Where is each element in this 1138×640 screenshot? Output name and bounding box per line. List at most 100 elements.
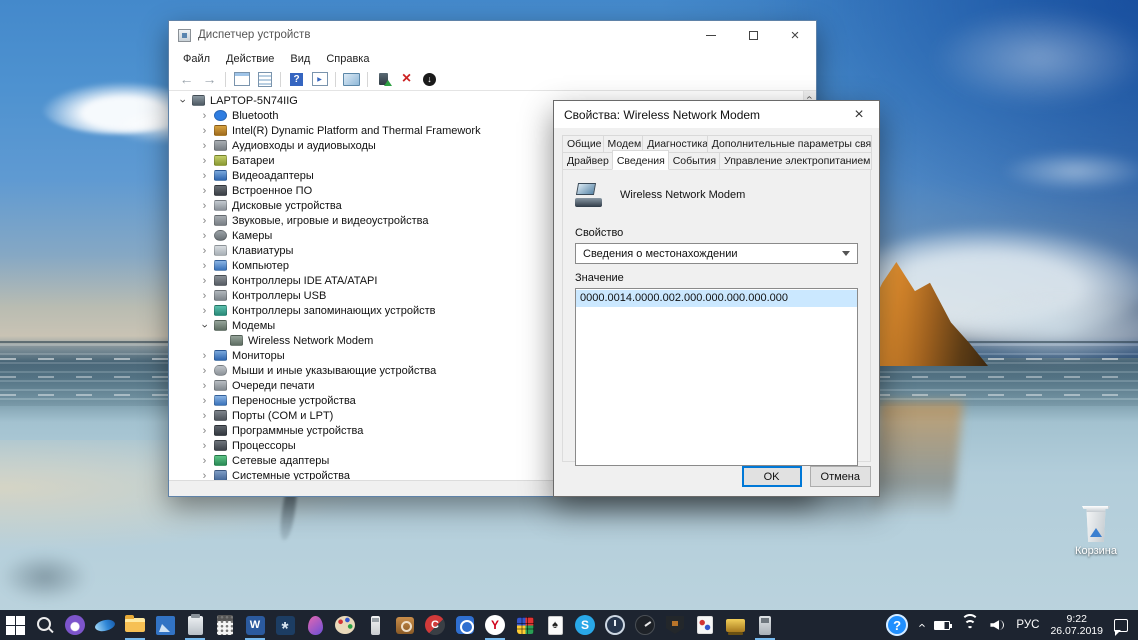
chevron-down-icon[interactable]: › xyxy=(199,320,211,331)
chevron-right-icon[interactable]: › xyxy=(199,230,210,242)
tab-Дополнительные параметры связи[interactable]: Дополнительные параметры связи xyxy=(707,135,872,153)
solitaire-icon[interactable]: ♠ xyxy=(540,610,570,640)
chevron-right-icon[interactable]: › xyxy=(199,410,210,422)
title-bar[interactable]: Диспетчер устройств × xyxy=(169,21,816,49)
search-button[interactable] xyxy=(30,610,60,640)
menu-Справка[interactable]: Справка xyxy=(318,51,377,67)
chevron-right-icon[interactable]: › xyxy=(199,305,210,317)
dialog-title-bar[interactable]: Свойства: Wireless Network Modem × xyxy=(554,101,879,128)
tree-item-label: Камеры xyxy=(232,230,278,242)
clock-app-icon[interactable] xyxy=(600,610,630,640)
battery-icon[interactable] xyxy=(934,621,950,630)
tank-game-icon[interactable] xyxy=(660,610,690,640)
chevron-right-icon[interactable]: › xyxy=(199,245,210,257)
disable-icon[interactable] xyxy=(420,71,439,88)
timer-icon[interactable] xyxy=(450,610,480,640)
card-game-icon[interactable] xyxy=(690,610,720,640)
chevron-right-icon[interactable]: › xyxy=(199,185,210,197)
paint3d-icon[interactable] xyxy=(300,610,330,640)
recycle-bin-icon xyxy=(1082,506,1110,542)
safe-icon[interactable] xyxy=(390,610,420,640)
word-icon[interactable]: W xyxy=(240,610,270,640)
device-manager-app-icon xyxy=(178,29,191,42)
language-indicator[interactable]: РУС xyxy=(1016,619,1039,631)
chevron-right-icon[interactable]: › xyxy=(199,215,210,227)
tab-События[interactable]: События xyxy=(668,152,720,170)
value-listbox[interactable]: 0000.0014.0000.002.000.000.000.000.000 xyxy=(575,288,858,466)
ccleaner-icon[interactable]: C xyxy=(420,610,450,640)
value-item-selected[interactable]: 0000.0014.0000.002.000.000.000.000.000 xyxy=(576,290,857,307)
timer-icon-glyph xyxy=(456,616,474,634)
scan-hardware-icon[interactable] xyxy=(342,71,361,88)
chevron-right-icon[interactable]: › xyxy=(199,170,210,182)
file-explorer-icon[interactable] xyxy=(120,610,150,640)
chevron-right-icon[interactable]: › xyxy=(199,155,210,167)
chevron-right-icon[interactable]: › xyxy=(199,290,210,302)
hidden-icons-chevron-icon[interactable]: › xyxy=(914,623,929,627)
photos-icon[interactable] xyxy=(150,610,180,640)
browser-swoosh-icon[interactable] xyxy=(90,610,120,640)
console-icon[interactable] xyxy=(232,71,251,88)
chevron-right-icon[interactable]: › xyxy=(199,425,210,437)
chevron-right-icon[interactable]: › xyxy=(199,110,210,122)
back-icon[interactable] xyxy=(177,71,196,88)
tab-Управление электропитанием[interactable]: Управление электропитанием xyxy=(719,152,872,170)
skype-icon[interactable]: S xyxy=(570,610,600,640)
volume-icon[interactable] xyxy=(990,619,1005,631)
chevron-down-icon[interactable]: › xyxy=(177,95,189,106)
settings-app-icon[interactable] xyxy=(270,610,300,640)
chevron-right-icon[interactable]: › xyxy=(199,365,210,377)
action-center-icon[interactable] xyxy=(1114,619,1128,632)
rubiks-cube-icon[interactable] xyxy=(510,610,540,640)
close-button[interactable]: × xyxy=(774,21,816,49)
usb-flash-icon[interactable] xyxy=(360,610,390,640)
gold-game-icon[interactable] xyxy=(720,610,750,640)
chevron-right-icon[interactable]: › xyxy=(199,350,210,362)
update-driver-icon[interactable] xyxy=(374,71,393,88)
tab-Общие[interactable]: Общие xyxy=(562,135,604,153)
menu-Вид[interactable]: Вид xyxy=(282,51,318,67)
chevron-right-icon[interactable]: › xyxy=(199,140,210,152)
start-button[interactable] xyxy=(0,610,30,640)
dialog-close-icon[interactable]: × xyxy=(839,101,879,128)
maximize-button[interactable] xyxy=(732,21,774,49)
wifi-icon[interactable] xyxy=(961,619,979,632)
palette-icon[interactable] xyxy=(330,610,360,640)
uninstall-icon[interactable] xyxy=(397,71,416,88)
calculator-icon[interactable] xyxy=(210,610,240,640)
chevron-right-icon[interactable]: › xyxy=(199,380,210,392)
recycle-bin[interactable]: Корзина xyxy=(1062,506,1130,557)
cortana-icon[interactable] xyxy=(60,610,90,640)
chevron-right-icon[interactable]: › xyxy=(199,395,210,407)
chevron-right-icon[interactable]: › xyxy=(199,455,210,467)
tree-item-label: Дисковые устройства xyxy=(232,200,348,212)
chevron-right-icon[interactable]: › xyxy=(199,470,210,481)
usb-device-icon[interactable] xyxy=(750,610,780,640)
printer-icon xyxy=(214,380,227,391)
property-select[interactable]: Сведения о местонахождении xyxy=(575,243,858,264)
tree-item-label: Компьютер xyxy=(232,260,295,272)
tab-Сведения[interactable]: Сведения xyxy=(612,150,669,170)
chevron-right-icon[interactable]: › xyxy=(199,260,210,272)
chevron-right-icon[interactable]: › xyxy=(199,200,210,212)
chevron-right-icon[interactable]: › xyxy=(199,125,210,137)
chevron-right-icon[interactable]: › xyxy=(199,440,210,452)
forward-icon[interactable] xyxy=(200,71,219,88)
clock[interactable]: 9:22 26.07.2019 xyxy=(1050,613,1103,637)
scroll-up-icon[interactable]: › xyxy=(803,96,816,100)
disk-icon xyxy=(214,200,227,211)
chevron-right-icon[interactable]: › xyxy=(199,275,210,287)
speed-gauge-icon[interactable] xyxy=(630,610,660,640)
ok-button[interactable]: OK xyxy=(742,466,802,487)
minimize-button[interactable] xyxy=(690,21,732,49)
notes-icon[interactable] xyxy=(180,610,210,640)
action-pane-icon[interactable] xyxy=(310,71,329,88)
menu-Действие[interactable]: Действие xyxy=(218,51,282,67)
help-icon[interactable] xyxy=(287,71,306,88)
cancel-button[interactable]: Отмена xyxy=(810,466,871,487)
properties-icon[interactable] xyxy=(255,71,274,88)
menu-Файл[interactable]: Файл xyxy=(175,51,218,67)
tab-Драйвер[interactable]: Драйвер xyxy=(562,152,613,170)
yandex-browser-icon[interactable]: Y xyxy=(480,610,510,640)
help-icon[interactable]: ? xyxy=(886,614,908,636)
